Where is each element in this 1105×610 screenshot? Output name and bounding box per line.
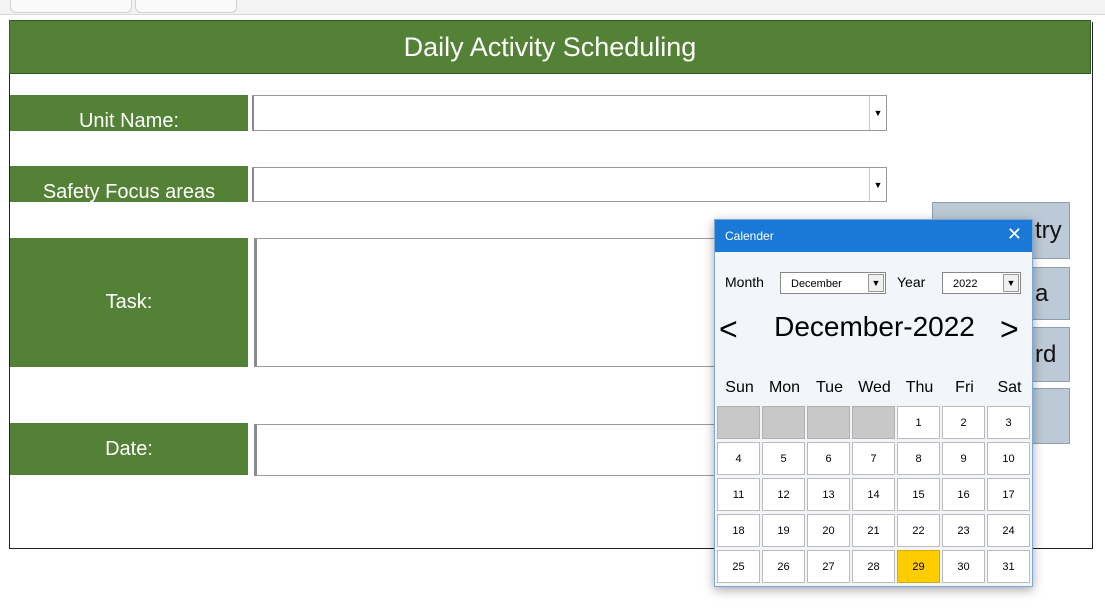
unit-name-combobox[interactable]: ▼	[252, 95, 887, 131]
calendar-day-cell[interactable]: 6	[807, 442, 850, 475]
calendar-day-empty[interactable]	[852, 586, 895, 587]
calendar-day-empty[interactable]	[762, 586, 805, 587]
form-title: Daily Activity Scheduling	[9, 20, 1091, 74]
entry-button-label: try	[1035, 216, 1062, 244]
month-select[interactable]: December ▼	[780, 272, 886, 294]
workbook-tab-strip	[0, 0, 1105, 15]
sheet-tab[interactable]	[10, 0, 132, 13]
calendar-day-cell[interactable]: 4	[717, 442, 760, 475]
unit-name-label: Unit Name:	[10, 95, 248, 132]
calendar-day-cell[interactable]: 15	[897, 478, 940, 511]
year-select[interactable]: 2022 ▼	[942, 272, 1021, 294]
calendar-titlebar: Calender ✕	[715, 220, 1032, 252]
calendar-day-cell[interactable]: 22	[897, 514, 940, 547]
calendar-body: Month December ▼ Year 2022 ▼ < December-…	[715, 252, 1032, 587]
safety-focus-combobox[interactable]: ▼	[252, 167, 887, 202]
year-select-value: 2022	[953, 278, 978, 290]
calendar-day-cell[interactable]: 3	[987, 406, 1030, 439]
dropdown-arrow-icon[interactable]: ▼	[869, 96, 886, 130]
calendar-day-cell[interactable]: 25	[717, 550, 760, 583]
calendar-day-cell[interactable]: 1	[897, 406, 940, 439]
calendar-day-cell[interactable]: 2	[942, 406, 985, 439]
calendar-day-empty[interactable]	[717, 586, 760, 587]
calendar-day-cell[interactable]: 18	[717, 514, 760, 547]
task-textarea[interactable]	[254, 238, 724, 367]
calendar-day-cell[interactable]: 11	[717, 478, 760, 511]
calendar-day-cell[interactable]: 7	[852, 442, 895, 475]
weekday-label: Mon	[768, 379, 801, 396]
month-select-value: December	[791, 278, 842, 290]
calendar-day-empty[interactable]	[807, 406, 850, 439]
task-label: Task:	[10, 238, 248, 367]
calendar-day-cell[interactable]: 28	[852, 550, 895, 583]
calendar-day-cell[interactable]: 27	[807, 550, 850, 583]
calendar-day-empty[interactable]	[897, 586, 940, 587]
calendar-day-empty[interactable]	[987, 586, 1030, 587]
calendar-day-cell[interactable]: 13	[807, 478, 850, 511]
calendar-day-empty[interactable]	[852, 406, 895, 439]
dropdown-arrow-icon[interactable]: ▼	[869, 168, 886, 201]
sheet-tab[interactable]	[135, 0, 237, 13]
calendar-day-cell[interactable]: 20	[807, 514, 850, 547]
date-label: Date:	[10, 423, 248, 475]
calendar-day-empty[interactable]	[762, 406, 805, 439]
calendar-day-cell[interactable]: 10	[987, 442, 1030, 475]
calendar-day-cell[interactable]: 5	[762, 442, 805, 475]
record-button-label: rd	[1035, 340, 1057, 368]
calendar-day-cell[interactable]: 24	[987, 514, 1030, 547]
calendar-day-cell[interactable]: 23	[942, 514, 985, 547]
safety-focus-label: Safety Focus areas	[10, 166, 248, 203]
weekday-label: Sun	[725, 379, 754, 396]
weekday-label: Thu	[905, 379, 934, 396]
side-button-2-label: a	[1035, 279, 1049, 307]
date-input[interactable]	[254, 424, 724, 476]
weekday-label: Tue	[816, 379, 843, 396]
month-label: Month	[725, 274, 764, 290]
calendar-dialog: Calender ✕ Month December ▼ Year 2022 ▼ …	[714, 219, 1033, 587]
calendar-day-cell[interactable]: 9	[942, 442, 985, 475]
calendar-day-empty[interactable]	[807, 586, 850, 587]
calendar-day-cell[interactable]: 26	[762, 550, 805, 583]
weekday-label: Fri	[955, 379, 974, 396]
calendar-day-cell[interactable]: 19	[762, 514, 805, 547]
calendar-day-empty[interactable]	[942, 586, 985, 587]
calendar-day-cell[interactable]: 30	[942, 550, 985, 583]
close-icon[interactable]: ✕	[1007, 224, 1022, 245]
calendar-day-empty[interactable]	[717, 406, 760, 439]
calendar-month-heading: December-2022	[774, 311, 975, 342]
calendar-day-cell[interactable]: 14	[852, 478, 895, 511]
weekday-label: Sat	[997, 379, 1022, 396]
calendar-day-cell[interactable]: 17	[987, 478, 1030, 511]
next-month-icon[interactable]: >	[1000, 313, 1019, 345]
weekday-label: Wed	[858, 379, 891, 396]
chevron-down-icon[interactable]: ▼	[1003, 274, 1019, 292]
calendar-day-cell[interactable]: 8	[897, 442, 940, 475]
calendar-day-cell[interactable]: 29	[897, 550, 940, 583]
calendar-title: Calender	[725, 229, 774, 243]
year-label: Year	[897, 274, 926, 290]
calendar-day-cell[interactable]: 16	[942, 478, 985, 511]
calendar-day-cell[interactable]: 21	[852, 514, 895, 547]
chevron-down-icon[interactable]: ▼	[868, 274, 884, 292]
calendar-day-cell[interactable]: 31	[987, 550, 1030, 583]
calendar-day-cell[interactable]: 12	[762, 478, 805, 511]
